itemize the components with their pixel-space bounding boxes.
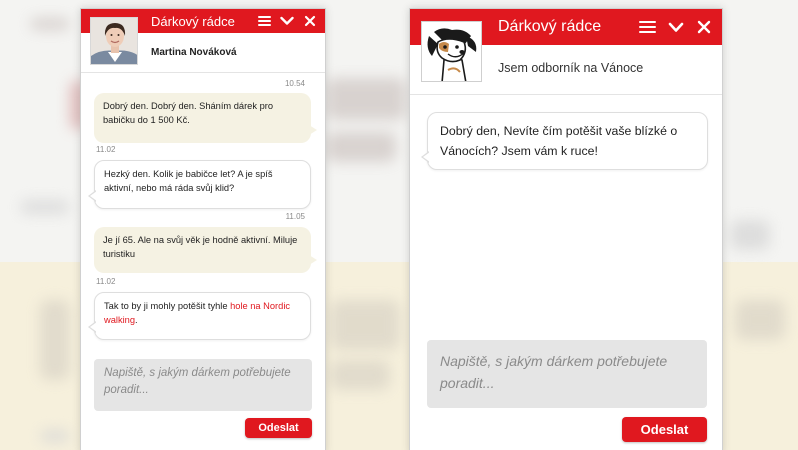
background-blur [20,200,70,214]
input-placeholder: Napiště, s jakým dárkem potřebujete pora… [440,353,668,391]
message-timestamp: 11.05 [285,212,305,221]
chevron-down-icon[interactable] [280,14,294,28]
message-text: Tak to by ji mohly potěšit tyhle [104,301,231,311]
message-text: Hezký den. Kolik je babičce let? A je sp… [104,169,273,193]
menu-icon[interactable] [639,19,656,35]
background-blur [330,300,400,350]
message-text: . [135,315,138,325]
chevron-down-icon[interactable] [667,19,684,35]
menu-icon[interactable] [257,14,271,28]
background-blur [40,430,70,442]
background-blur [326,132,396,162]
titlebar-controls [639,19,712,35]
agent-tagline: Jsem odborník na Vánoce [498,61,644,75]
send-button[interactable]: Odeslat [245,418,312,438]
chat-title: Dárkový rádce [498,18,602,35]
message-timestamp: 10.54 [284,79,305,88]
close-icon[interactable] [303,14,317,28]
send-button[interactable]: Odeslat [622,417,707,442]
background-blur [330,360,390,390]
message-timestamp: 11.02 [96,277,116,286]
background-blur [40,300,70,380]
message-text: Dobrý den. Dobrý den. Sháním dárek pro b… [103,101,274,125]
background-blur [730,220,770,250]
message-input[interactable]: Napiště, s jakým dárkem potřebujete pora… [94,359,312,411]
close-icon[interactable] [695,19,712,35]
agent-message: Dobrý den, Nevíte čím potěšit vaše blízk… [421,112,708,170]
background-blur [326,78,406,120]
message-text: Je jí 65. Ale na svůj věk je hodně aktiv… [103,235,298,259]
background-blur [735,300,785,340]
dog-mascot-avatar [421,21,482,82]
user-message: Dobrý den. Dobrý den. Sháním dárek pro b… [94,93,317,143]
message-text: Dobrý den, Nevíte čím potěšit vaše blízk… [440,124,678,158]
message-input[interactable]: Napiště, s jakým dárkem potřebujete pora… [427,340,707,408]
background-blur [30,18,70,30]
agent-message: Hezký den. Kolik je babičce let? A je sp… [88,160,311,209]
message-timestamp: 11.02 [96,145,116,154]
gift-advisor-chat-window: Dárkový rádce Jsem odborník na Vánoce Do… [409,8,723,450]
agent-avatar [90,17,138,65]
user-message: Je jí 65. Ale na svůj věk je hodně aktiv… [94,227,317,273]
agent-message: Tak to by ji mohly potěšit tyhle hole na… [88,292,311,340]
titlebar-controls [257,14,317,28]
input-placeholder: Napiště, s jakým dárkem potřebujete pora… [104,367,291,396]
chat-title: Dárkový rádce [151,14,235,29]
gift-advisor-chat-window: Dárkový rádce Martina Nováková 10.54 Dob… [80,8,326,450]
agent-name: Martina Nováková [151,47,237,58]
